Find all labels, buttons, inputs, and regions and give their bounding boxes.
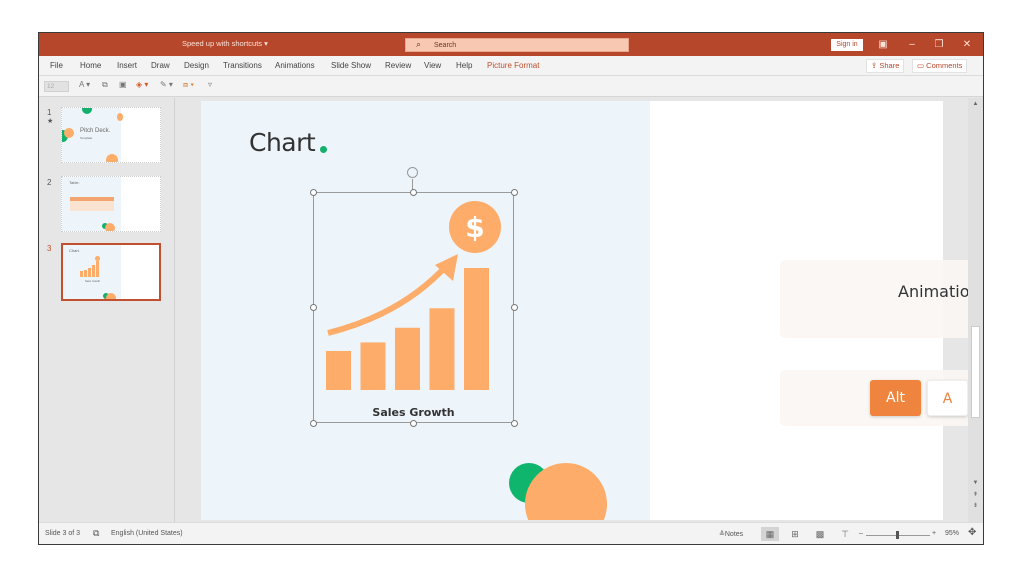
- tab-view[interactable]: View: [424, 61, 441, 70]
- resize-handle-bottom-left[interactable]: [310, 420, 317, 427]
- tab-transitions[interactable]: Transitions: [223, 61, 262, 70]
- shape-fill-icon[interactable]: ◈ ▾: [136, 80, 148, 89]
- tab-draw[interactable]: Draw: [151, 61, 170, 70]
- title-bar: Speed up with shortcuts ▾ ⌕ Search Sign …: [39, 33, 983, 56]
- search-placeholder: Search: [434, 42, 457, 49]
- text-box-icon[interactable]: ▣: [119, 80, 127, 89]
- tab-help[interactable]: Help: [456, 61, 472, 70]
- scroll-up-icon[interactable]: ▲: [971, 101, 980, 107]
- ribbon-tabs: File Home Insert Draw Design Transitions…: [39, 56, 983, 76]
- scroll-down-icon[interactable]: ▼: [971, 480, 980, 486]
- selection-box: [313, 192, 514, 423]
- language-indicator[interactable]: English (United States): [111, 530, 183, 537]
- search-icon: ⌕: [416, 39, 422, 49]
- animations-hint-panel: Animations: [780, 260, 968, 338]
- slide-number: 2: [47, 178, 52, 187]
- slide-title[interactable]: Chart: [249, 128, 316, 157]
- shortcuts-dropdown[interactable]: Speed up with shortcuts ▾: [182, 39, 268, 48]
- sign-in-button[interactable]: Sign in: [831, 39, 863, 51]
- reading-view-icon[interactable]: ▩: [811, 527, 829, 541]
- animation-star-icon: ★: [47, 118, 54, 125]
- share-button[interactable]: ⇪ Share: [866, 59, 905, 73]
- slide-sorter-view-icon[interactable]: ⊞: [786, 527, 804, 541]
- slide-thumbnail-1[interactable]: Pitch Deck. Template: [61, 107, 161, 163]
- thumb-caption: Sales Growth: [85, 280, 101, 283]
- resize-handle-top-right[interactable]: [511, 189, 518, 196]
- tab-picture-format[interactable]: Picture Format: [487, 61, 539, 70]
- powerpoint-window: Speed up with shortcuts ▾ ⌕ Search Sign …: [38, 32, 984, 545]
- resize-handle-right[interactable]: [511, 304, 518, 311]
- key-alt: Alt: [870, 380, 921, 416]
- thumb-title: Pitch Deck.: [80, 128, 111, 134]
- resize-handle-bottom[interactable]: [410, 420, 417, 427]
- tab-review[interactable]: Review: [385, 61, 411, 70]
- font-size-select[interactable]: 12: [44, 81, 69, 92]
- status-bar: Slide 3 of 3 ⧉ English (United States) ≙…: [39, 522, 983, 544]
- tab-slide-show[interactable]: Slide Show: [331, 61, 371, 70]
- font-color-icon[interactable]: A ▾: [79, 80, 90, 89]
- zoom-level[interactable]: 95%: [945, 530, 959, 537]
- next-slide-icon[interactable]: ⇟: [971, 502, 980, 509]
- slide-thumbnail-2[interactable]: Table.: [61, 176, 161, 232]
- accessibility-icon[interactable]: ⧉: [93, 528, 99, 539]
- resize-handle-bottom-right[interactable]: [511, 420, 518, 427]
- thumb-subtitle: Template: [80, 136, 93, 140]
- zoom-slider-thumb[interactable]: [896, 531, 899, 539]
- notes-button[interactable]: ≙Notes: [719, 530, 743, 538]
- arrange-icon[interactable]: ⧈ ▾: [183, 80, 194, 90]
- resize-handle-left[interactable]: [310, 304, 317, 311]
- tab-design[interactable]: Design: [184, 61, 209, 70]
- title-accent-dot: [320, 146, 327, 153]
- resize-handle-top[interactable]: [410, 189, 417, 196]
- thumb-title: Chart.: [69, 248, 80, 253]
- slide-counter: Slide 3 of 3: [45, 530, 81, 537]
- minimize-icon[interactable]: –: [903, 36, 921, 53]
- tab-insert[interactable]: Insert: [117, 61, 137, 70]
- shape-effects-icon[interactable]: ⧉: [102, 80, 108, 90]
- vertical-scrollbar[interactable]: ▲ ▼ ⇞ ⇟: [968, 98, 983, 522]
- keytips-panel: Alt A S: [780, 370, 968, 426]
- shape-outline-icon[interactable]: ✎ ▾: [160, 80, 173, 89]
- search-box[interactable]: ⌕ Search: [405, 38, 629, 52]
- close-icon[interactable]: ✕: [958, 36, 976, 53]
- restore-icon[interactable]: ❐: [930, 36, 948, 53]
- resize-handle-top-left[interactable]: [310, 189, 317, 196]
- ribbon-display-icon[interactable]: ▣: [874, 36, 892, 53]
- slide-editing-canvas: Chart $ Sales Growth Animations Alt A: [176, 98, 968, 522]
- zoom-in-button[interactable]: +: [932, 530, 936, 537]
- slide-thumbnail-3-selected[interactable]: Chart. Sales Growth: [61, 243, 161, 301]
- thumb-title: Table.: [69, 180, 80, 185]
- zoom-out-button[interactable]: –: [859, 530, 863, 537]
- tab-animations[interactable]: Animations: [275, 61, 315, 70]
- slide-show-view-icon[interactable]: ⊤: [836, 527, 854, 541]
- key-a: A: [927, 380, 968, 416]
- rotate-handle-icon[interactable]: [407, 167, 418, 178]
- slide-thumbnails-panel: 1 ★ Pitch Deck. Template 2 Table. 3 Char…: [39, 98, 175, 522]
- comments-button[interactable]: ▭ Comments: [912, 59, 968, 73]
- slide-number: 1: [47, 108, 52, 117]
- customize-toolbar-icon[interactable]: ▿: [208, 80, 212, 89]
- tab-file[interactable]: File: [50, 61, 63, 70]
- animations-label: Animations: [898, 282, 968, 301]
- quick-toolbar: 12 A ▾ ⧉ ▣ ◈ ▾ ✎ ▾ ⧈ ▾ ▿: [39, 76, 983, 97]
- tab-home[interactable]: Home: [80, 61, 101, 70]
- scrollbar-thumb[interactable]: [971, 326, 980, 418]
- fit-to-window-icon[interactable]: ✥: [968, 527, 976, 538]
- previous-slide-icon[interactable]: ⇞: [971, 491, 980, 498]
- slide-number: 3: [47, 244, 52, 253]
- normal-view-icon[interactable]: ▦: [761, 527, 779, 541]
